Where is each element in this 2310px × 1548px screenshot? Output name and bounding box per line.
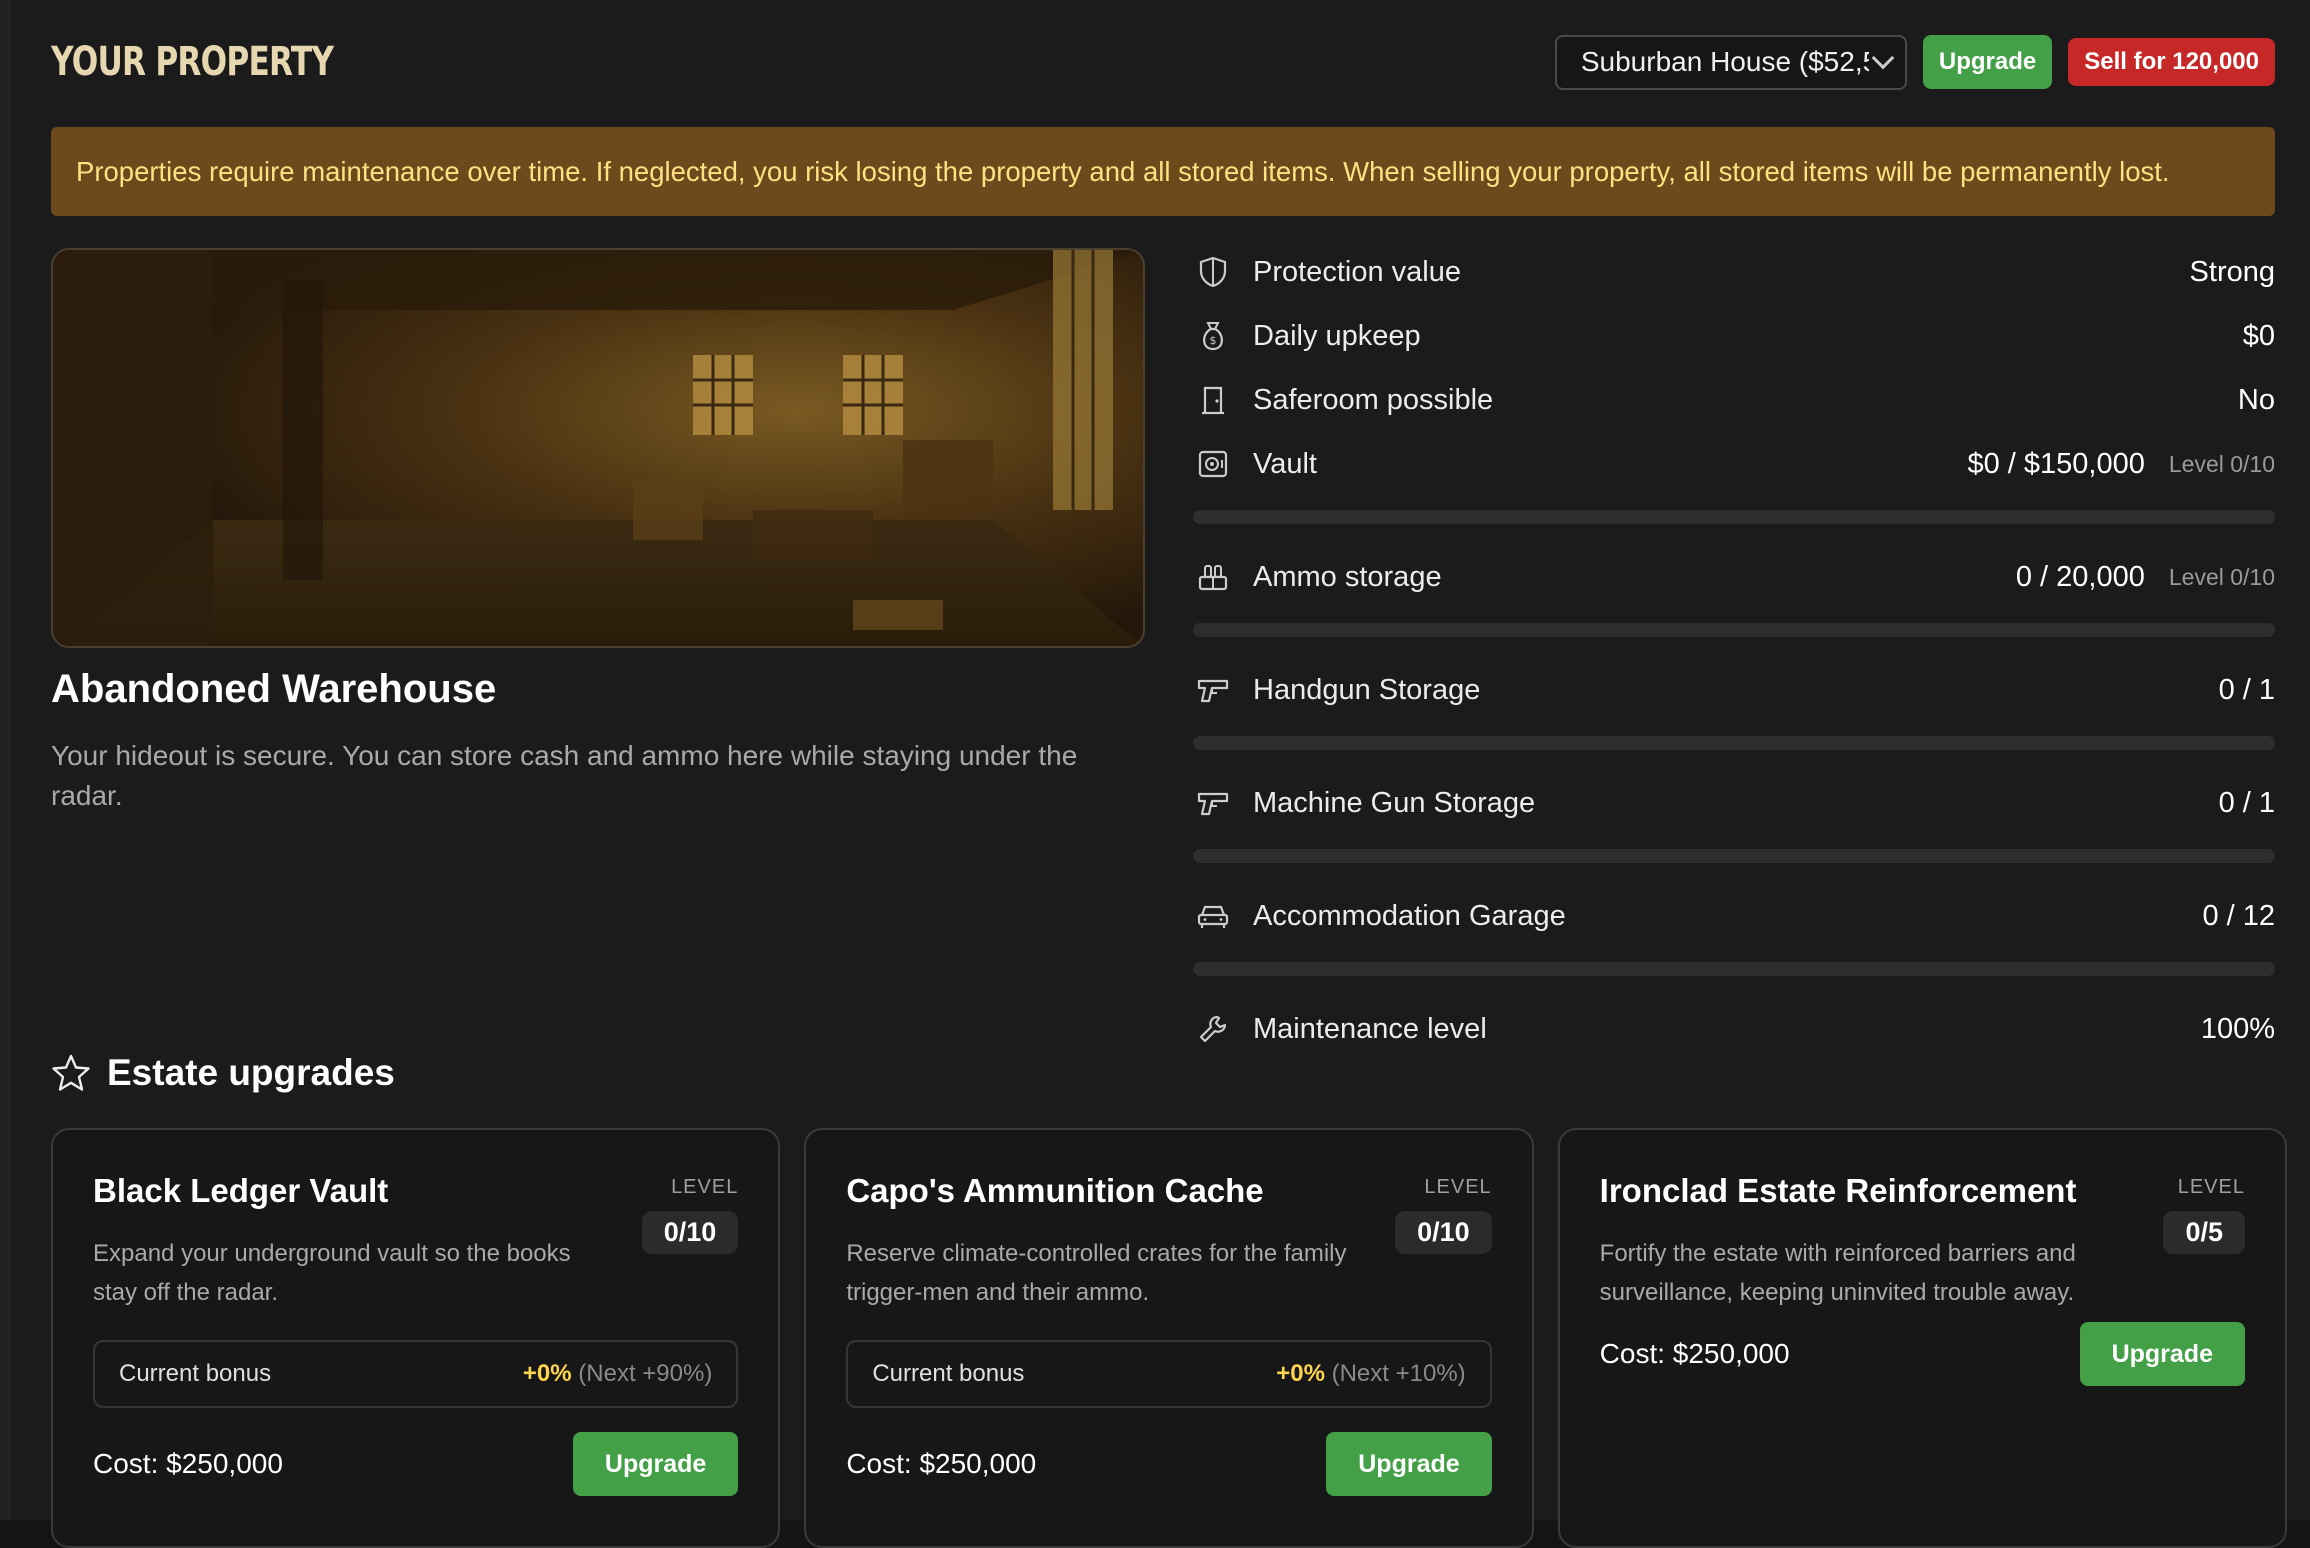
upgrade-vault-button[interactable]: Upgrade [572, 1432, 739, 1496]
card-level: LEVEL 0/10 [1395, 1176, 1492, 1254]
level-badge: 0/10 [1395, 1211, 1492, 1254]
level-label: LEVEL [1424, 1176, 1492, 1198]
stat-value: $0 / $150,000 [1967, 447, 2145, 480]
stat-label: Handgun Storage [1253, 673, 1481, 706]
ammo-progress-bar [1193, 623, 2275, 637]
stat-label: Machine Gun Storage [1253, 786, 1536, 819]
chevron-down-icon [1871, 46, 1895, 70]
upgrade-card-ammo: Capo's Ammunition Cache LEVEL 0/10 Reser… [804, 1128, 1534, 1548]
bonus-current: +0% [1276, 1360, 1325, 1387]
card-description: Fortify the estate with reinforced barri… [1599, 1240, 2076, 1306]
property-select-value: Suburban House ($52,500) [1580, 46, 1869, 77]
stat-machinegun: Machine Gun Storage 0 / 1 [1193, 771, 2275, 835]
ammo-box-icon [1193, 557, 1233, 597]
handgun-progress-bar [1193, 736, 2275, 750]
stat-value: 0 / 1 [2218, 673, 2275, 706]
handgun-icon [1193, 670, 1233, 710]
svg-text:$: $ [1210, 334, 1217, 347]
bonus-next: (Next +90%) [578, 1360, 713, 1387]
star-icon [51, 1053, 91, 1093]
stat-value: $0 [2242, 319, 2275, 352]
property-name: Abandoned Warehouse [51, 667, 497, 711]
upgrade-cost: Cost: $250,000 [1599, 1338, 1790, 1369]
upgrade-card-reinforcement: Ironclad Estate Reinforcement LEVEL 0/5 … [1557, 1128, 2287, 1548]
stat-label: Accommodation Garage [1253, 899, 1566, 932]
stat-value: 0 / 12 [2202, 899, 2275, 932]
upgrade-card-vault: Black Ledger Vault LEVEL 0/10 Expand you… [51, 1128, 781, 1548]
card-level: LEVEL 0/10 [641, 1176, 739, 1254]
property-panel: YOUR PROPERTY Suburban House ($52,500) U… [9, 0, 2310, 1548]
bonus-label: Current bonus [119, 1360, 272, 1387]
estate-upgrades-heading: Estate upgrades [51, 1052, 395, 1094]
card-level: LEVEL 0/5 [2163, 1176, 2245, 1254]
bonus-value: +0% (Next +90%) [523, 1360, 712, 1388]
upgrade-ammo-button[interactable]: Upgrade [1326, 1432, 1492, 1496]
upgrade-reinforcement-button[interactable]: Upgrade [2079, 1322, 2245, 1386]
vault-progress-bar [1193, 510, 2275, 524]
stat-value: 0 / 20,000 [2015, 560, 2145, 593]
card-footer: Cost: $250,000 Upgrade [1600, 1322, 2245, 1386]
card-footer: Cost: $250,000 Upgrade [93, 1432, 739, 1496]
vault-icon [1193, 444, 1233, 484]
stat-value: 100% [2200, 1012, 2275, 1045]
property-image [51, 248, 1145, 648]
section-title-text: Estate upgrades [107, 1052, 395, 1093]
bonus-current: +0% [522, 1360, 572, 1387]
level-label: LEVEL [2177, 1176, 2245, 1198]
stat-label: Daily upkeep [1253, 319, 1421, 352]
stat-upkeep: $ Daily upkeep $0 [1193, 304, 2275, 368]
upgrade-property-button[interactable]: Upgrade [1922, 35, 2053, 89]
maintenance-warning: Properties require maintenance over time… [51, 127, 2275, 216]
bonus-next: (Next +10%) [1331, 1360, 1466, 1387]
stat-protection: Protection value Strong [1193, 240, 2275, 304]
stat-maintenance: Maintenance level 100% [1193, 997, 2275, 1061]
money-bag-icon: $ [1193, 316, 1233, 356]
card-description: Expand your underground vault so the boo… [93, 1240, 571, 1306]
upgrade-cost: Cost: $250,000 [846, 1448, 1037, 1479]
stat-value: Strong [2189, 255, 2275, 288]
page-title: YOUR PROPERTY [51, 39, 334, 85]
property-stats: Protection value Strong $ Daily upkeep $… [1193, 240, 2275, 1061]
stat-label: Maintenance level [1253, 1012, 1487, 1045]
level-badge: 0/10 [641, 1211, 739, 1254]
current-bonus-box: Current bonus +0% (Next +10%) [846, 1340, 1492, 1408]
stat-garage: Accommodation Garage 0 / 12 [1193, 884, 2275, 948]
header: YOUR PROPERTY Suburban House ($52,500) U… [51, 30, 2275, 94]
stat-label: Protection value [1253, 255, 1461, 288]
stat-label: Ammo storage [1253, 560, 1442, 593]
bonus-label: Current bonus [872, 1360, 1025, 1387]
stat-label: Saferoom possible [1253, 383, 1494, 416]
card-description: Reserve climate-controlled crates for th… [846, 1240, 1347, 1306]
level-label: LEVEL [671, 1176, 739, 1198]
stat-saferoom: Saferoom possible No [1193, 368, 2275, 432]
stat-value: 0 / 1 [2218, 786, 2275, 819]
current-bonus-box: Current bonus +0% (Next +90%) [93, 1340, 739, 1408]
stat-handgun: Handgun Storage 0 / 1 [1193, 658, 2275, 722]
sell-property-button[interactable]: Sell for 120,000 [2068, 38, 2275, 86]
stat-ammo: Ammo storage 0 / 20,000 Level 0/10 [1193, 545, 2275, 609]
header-actions: Suburban House ($52,500) Upgrade Sell fo… [1554, 34, 2275, 90]
window-edge [0, 0, 9, 1520]
property-select[interactable]: Suburban House ($52,500) [1554, 34, 1907, 90]
bonus-value: +0% (Next +10%) [1276, 1360, 1465, 1388]
door-icon [1193, 380, 1233, 420]
machine-gun-icon [1193, 783, 1233, 823]
stat-level: Level 0/10 [2168, 450, 2275, 477]
garage-progress-bar [1193, 962, 2275, 976]
shield-icon [1193, 252, 1233, 292]
machinegun-progress-bar [1193, 849, 2275, 863]
car-icon [1193, 896, 1233, 936]
stat-value: No [2237, 383, 2275, 416]
level-badge: 0/5 [2163, 1211, 2245, 1254]
card-title: Ironclad Estate Reinforcement [1599, 1172, 2077, 1209]
stat-vault: Vault $0 / $150,000 Level 0/10 [1193, 432, 2275, 496]
wrench-icon [1193, 1009, 1233, 1049]
stat-label: Vault [1253, 447, 1317, 480]
upgrade-cards: Black Ledger Vault LEVEL 0/10 Expand you… [51, 1128, 2287, 1548]
property-description: Your hideout is secure. You can store ca… [51, 740, 1078, 811]
upgrade-cost: Cost: $250,000 [93, 1448, 283, 1479]
stat-level: Level 0/10 [2168, 563, 2275, 590]
card-footer: Cost: $250,000 Upgrade [846, 1432, 1492, 1496]
